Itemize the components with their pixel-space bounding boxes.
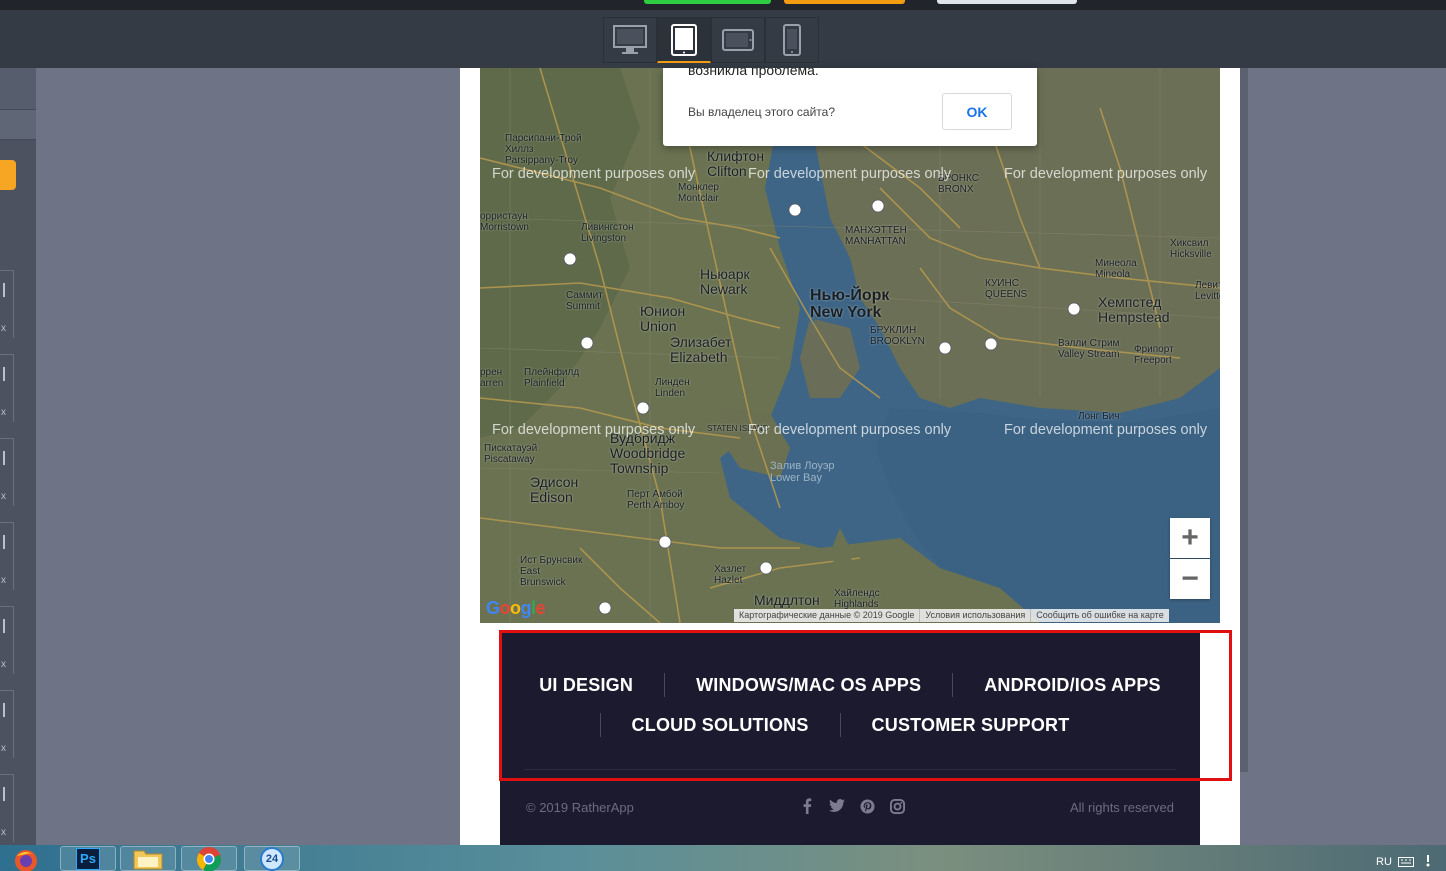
left-sidebar: x x x x x x x [0,68,36,845]
sidebar-active-marker[interactable] [0,160,16,190]
sidebar-row[interactable] [0,110,36,140]
map-label: Ист Брунсвик East Brunswick [520,555,583,588]
map-watermark: For development purposes only [492,422,696,438]
white-button[interactable] [937,0,1077,4]
map-label: Миддлтон [754,592,820,608]
map-label: Саммит Summit [566,290,603,312]
twitter-icon[interactable] [828,797,846,815]
map-watermark: For development purposes only [748,166,952,182]
map-data-credit: Картографические данные © 2019 Google [739,610,915,620]
map-label: Ливингстон Livingston [581,222,634,244]
chrome-button[interactable] [181,846,237,871]
google-map[interactable]: Парсипани-Трой Хиллз Parsippany-Troy Клифт… [480,68,1220,623]
sidebar-item[interactable]: x [0,438,14,506]
map-watermark: For development purposes only [748,422,952,438]
editor-toolbar [0,10,1446,68]
desktop-view-button[interactable] [603,17,657,63]
terms-link[interactable]: Условия использования [919,609,1030,622]
zoom-in-button[interactable]: + [1170,518,1210,558]
firefox-icon [15,849,37,871]
green-button[interactable] [644,0,771,4]
map-label: орристаун Morristown [480,211,529,233]
map-label: Хазлет Hazlet [714,564,747,586]
app-24-icon: 24 [260,846,284,871]
map-label: ЛевиттLevittо [1195,280,1220,302]
tablet-view-button[interactable] [657,17,711,63]
sidebar-item[interactable]: x [0,774,14,842]
map-attribution: Картографические данные © 2019 Google Ус… [734,609,1169,622]
copyright-text: © 2019 RatherApp [526,800,634,815]
tablet-icon [671,23,697,56]
phone-icon [783,24,801,56]
dialog-question: Вы владелец этого сайта? [688,105,835,119]
map-label: Перт Амбой Perth Amboy [627,489,685,511]
map-label: Плейнфилд Plainfield [524,367,580,389]
chrome-icon [197,846,221,871]
map-label: Фрипорт Freeport [1134,344,1174,366]
facebook-icon[interactable] [798,797,816,815]
map-label: Минеола Mineola [1095,258,1137,280]
map-label: БРУКЛИН BROOKLYN [870,325,925,347]
sidebar-item[interactable]: x [0,690,14,758]
ok-button[interactable]: OK [942,93,1012,130]
orange-button[interactable] [784,0,905,4]
map-label: Хиксвил Hicksville [1170,238,1212,260]
map-label: МАНХЭТТЕН MANHATTAN [845,225,907,247]
map-label: Хемпстед Hempstead [1098,294,1170,325]
pinterest-icon[interactable] [858,797,876,815]
photoshop-button[interactable]: Ps [60,846,116,871]
instagram-icon[interactable] [888,797,906,815]
tablet-landscape-icon [722,29,754,51]
map-label: Ньюарк Newark [700,266,750,297]
canvas-scrollbar[interactable] [1240,68,1248,772]
zoom-out-button[interactable]: − [1170,559,1210,599]
map-watermark: For development purposes only [1004,422,1208,438]
photoshop-icon: Ps [76,847,100,870]
sidebar-row[interactable] [0,68,36,110]
tablet-landscape-view-button[interactable] [711,17,765,63]
map-label: Элизабет Elizabeth [670,334,732,365]
map-label: Юнион Union [640,303,686,334]
map-error-dialog: возникла проблема. Вы владелец этого сай… [663,68,1037,146]
map-label: ррен arren [480,367,504,389]
explorer-button[interactable] [120,846,176,871]
map-label: Пискатауэй Piscataway [484,443,538,465]
sidebar-item[interactable]: x [0,522,14,590]
keyboard-icon[interactable] [1398,856,1414,868]
map-label: Лонг Бич [1078,411,1120,422]
map-label: Нью-Йорк New York [810,287,890,321]
dialog-title: возникла проблема. [688,68,819,78]
folder-icon [133,850,163,869]
map-label: Хайлендс Highlands [834,588,880,610]
sidebar-item[interactable]: x [0,354,14,422]
app-24-button[interactable]: 24 [244,846,300,871]
map-label: Эдисон Edison [530,474,579,505]
map-label: Монклер Montclair [678,182,719,204]
firefox-button[interactable] [0,846,52,871]
selection-highlight-box [499,630,1232,781]
window-top-strip [0,0,1446,10]
language-indicator[interactable]: RU [1376,856,1392,868]
google-logo[interactable]: Google [486,598,546,619]
os-taskbar: Ps 24 RU [0,845,1446,871]
desktop-icon [613,25,647,54]
map-watermark: For development purposes only [492,166,696,182]
map-watermark: For development purposes only [1004,166,1208,182]
map-label: Вэлли Стрим Valley Stream [1058,338,1120,360]
phone-view-button[interactable] [765,17,819,63]
social-links [798,797,906,815]
notification-icon[interactable] [1421,854,1435,869]
sidebar-item[interactable]: x [0,606,14,674]
sidebar-item[interactable]: x [0,270,14,338]
rights-text: All rights reserved [1069,800,1174,815]
map-label: Залив Лоуэр Lower Bay [770,460,835,484]
report-error-link[interactable]: Сообщить об ошибке на карте [1030,609,1168,622]
map-label: Линден Linden [655,377,690,399]
map-label: КУИНС QUEENS [985,278,1028,300]
map-label: Парсипани-Трой Хиллз Parsippany-Troy [505,133,582,166]
device-switcher [603,17,819,63]
